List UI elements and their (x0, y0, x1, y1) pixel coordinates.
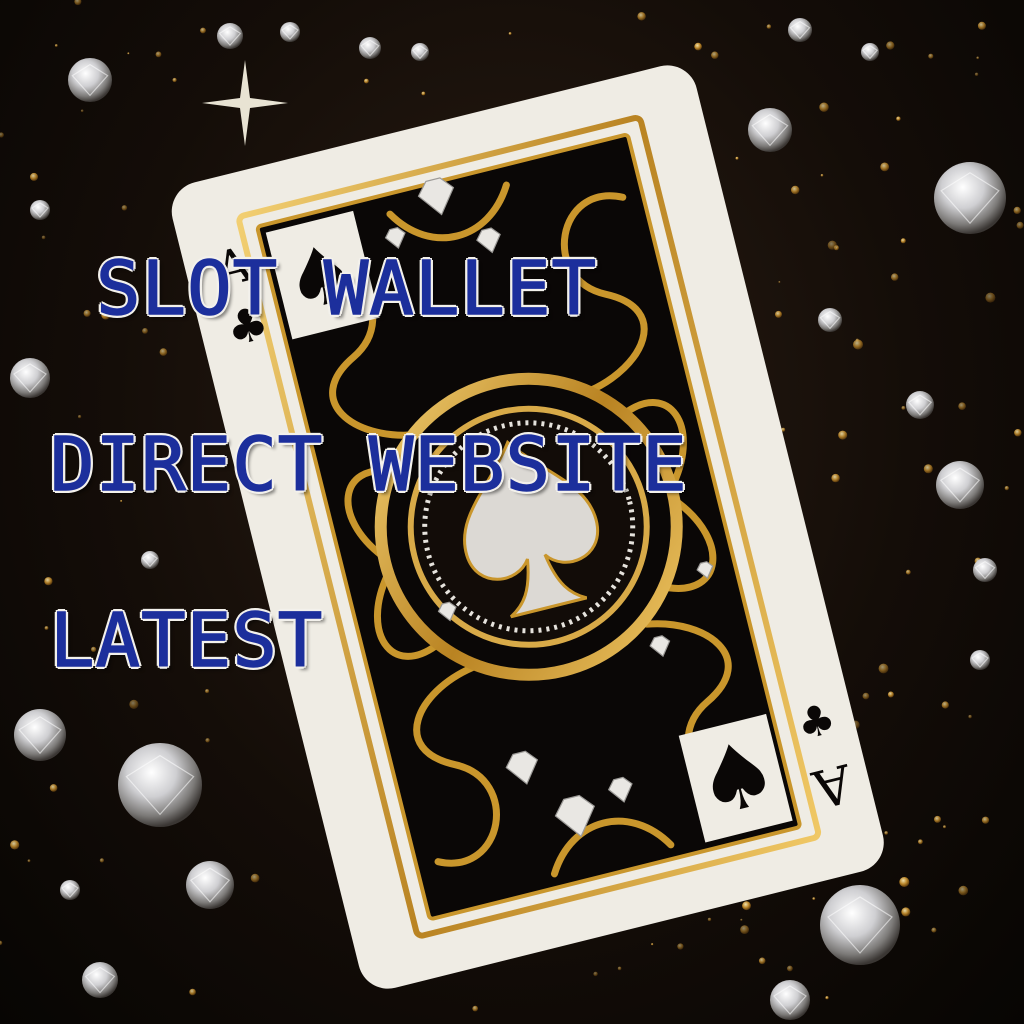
gold-sparkle (49, 784, 58, 792)
gold-sparkle (1013, 206, 1021, 214)
gold-sparkle (887, 691, 894, 698)
gold-sparkle (918, 839, 923, 845)
gold-sparkle (981, 816, 990, 824)
gold-sparkle (41, 235, 46, 240)
gold-sparkle (928, 53, 934, 59)
gold-sparkle (934, 815, 941, 823)
gold-sparkle (1014, 429, 1022, 437)
gold-sparkle (707, 917, 712, 922)
gold-sparkle (44, 577, 53, 586)
gold-sparkle (205, 738, 210, 743)
gold-sparkle (364, 78, 369, 84)
gold-sparkle (825, 996, 829, 1000)
gold-sparkle (54, 44, 58, 47)
gold-sparkle (831, 473, 840, 483)
gold-sparkle (711, 51, 719, 59)
gold-sparkle (593, 971, 598, 977)
sparkle-star-icon (202, 60, 288, 146)
gold-sparkle (958, 885, 969, 896)
gold-sparkle (129, 699, 139, 710)
gold-sparkle (1004, 486, 1009, 491)
gold-sparkle (694, 42, 702, 51)
gold-sparkle (1016, 221, 1024, 229)
gold-sparkle (900, 238, 906, 244)
gold-sparkle (878, 663, 889, 674)
gold-sparkle (905, 569, 911, 575)
gold-sparkle (651, 943, 654, 946)
gold-sparkle (820, 174, 824, 177)
gold-sparkle (812, 897, 816, 900)
gold-sparkle (775, 310, 782, 318)
gold-sparkle (677, 943, 684, 950)
headline-line-3: LATEST (49, 598, 324, 684)
gold-sparkle (155, 51, 162, 58)
gold-sparkle (30, 172, 38, 181)
gold-sparkle (891, 273, 899, 281)
playing-card: A ♣ ♠ ♠ ♣ A (171, 65, 884, 989)
playing-card-scene: A ♣ ♠ ♠ ♣ A (0, 0, 1024, 1020)
gold-sparkle (421, 91, 426, 96)
gold-sparkle (974, 72, 979, 77)
gold-sparkle (886, 41, 895, 50)
gold-sparkle (838, 430, 848, 440)
gold-sparkle (943, 825, 946, 829)
gold-sparkle (901, 406, 906, 410)
gold-sparkle (791, 185, 800, 195)
gold-sparkle (0, 940, 3, 946)
gold-sparkle (819, 102, 829, 112)
gold-sparkle (931, 927, 937, 933)
gold-sparkle (78, 415, 82, 419)
gold-sparkle (159, 348, 168, 356)
gold-sparkle (985, 292, 996, 303)
gold-sparkle (853, 339, 863, 350)
image-canvas: A ♣ ♠ ♠ ♣ A SLOT WALLET DIRECT WEBSITE L… (0, 0, 1024, 1024)
gold-sparkle (735, 156, 739, 160)
gold-sparkle (189, 988, 196, 996)
gold-sparkle (862, 692, 870, 700)
gold-sparkle (10, 840, 20, 850)
gold-sparkle (827, 240, 837, 250)
gold-sparkle (977, 21, 986, 30)
gold-sparkle (205, 689, 210, 694)
gold-sparkle (617, 966, 622, 971)
gold-sparkle (740, 925, 749, 934)
gold-sparkle (901, 907, 911, 917)
gold-sparkle (787, 965, 793, 972)
gold-sparkle (250, 873, 260, 883)
gold-sparkle (27, 859, 31, 863)
gold-sparkle (968, 714, 972, 719)
gold-sparkle (44, 626, 49, 630)
gold-sparkle (127, 52, 130, 55)
gold-sparkle (976, 56, 979, 60)
gold-sparkle (758, 957, 766, 965)
gold-sparkle (0, 132, 4, 138)
gold-sparkle (99, 858, 104, 863)
gold-sparkle (880, 162, 890, 172)
gold-sparkle (80, 109, 84, 113)
gold-sparkle (958, 402, 966, 411)
gold-sparkle (121, 205, 128, 211)
gold-sparkle (508, 32, 512, 35)
gold-sparkle (472, 1005, 479, 1012)
gold-sparkle (172, 77, 177, 83)
gold-sparkle (899, 877, 910, 887)
gold-sparkle (83, 309, 91, 317)
gold-sparkle (778, 281, 781, 283)
gold-sparkle (637, 12, 646, 21)
gold-sparkle (923, 464, 933, 474)
gold-sparkle (896, 116, 901, 121)
gold-sparkle (74, 0, 82, 6)
gold-sparkle (766, 24, 772, 29)
headline-line-2: DIRECT WEBSITE (49, 422, 688, 508)
gold-sparkle (200, 27, 206, 34)
headline-line-1: SLOT WALLET (95, 246, 598, 332)
gold-sparkle (884, 831, 888, 835)
gold-sparkle (941, 701, 949, 709)
gold-sparkle (740, 918, 743, 921)
gold-sparkle (742, 901, 751, 911)
